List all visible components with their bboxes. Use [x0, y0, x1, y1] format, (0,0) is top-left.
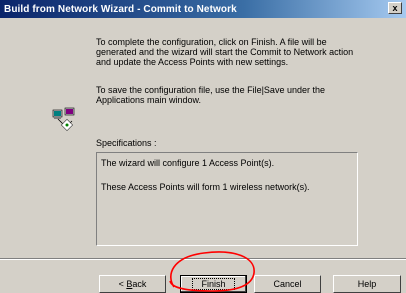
instruction-paragraph: To complete the configuration, click on … — [96, 37, 354, 67]
cancel-button-label: Cancel — [273, 279, 302, 289]
window-title: Build from Network Wizard - Commit to Ne… — [4, 3, 237, 15]
cancel-button[interactable]: Cancel — [254, 275, 321, 293]
spec-line-networks: These Access Points will form 1 wireless… — [101, 182, 310, 192]
specifications-label: Specifications : — [96, 138, 157, 148]
specifications-box: The wizard will configure 1 Access Point… — [96, 152, 358, 246]
network-computer-icon — [52, 107, 76, 132]
back-button[interactable]: < Back — [99, 275, 166, 293]
title-bar[interactable]: Build from Network Wizard - Commit to Ne… — [0, 0, 406, 18]
save-hint-paragraph: To save the configuration file, use the … — [96, 85, 325, 105]
close-button[interactable]: x — [388, 2, 402, 14]
close-icon: x — [392, 3, 398, 13]
finish-button-label: Finish — [192, 278, 235, 290]
help-button-label: Help — [357, 279, 377, 289]
button-separator — [0, 258, 406, 260]
spec-line-access-points: The wizard will configure 1 Access Point… — [101, 158, 275, 168]
finish-button[interactable]: Finish — [180, 275, 247, 293]
back-button-label: < Back — [118, 279, 147, 289]
help-button[interactable]: Help — [333, 275, 401, 293]
